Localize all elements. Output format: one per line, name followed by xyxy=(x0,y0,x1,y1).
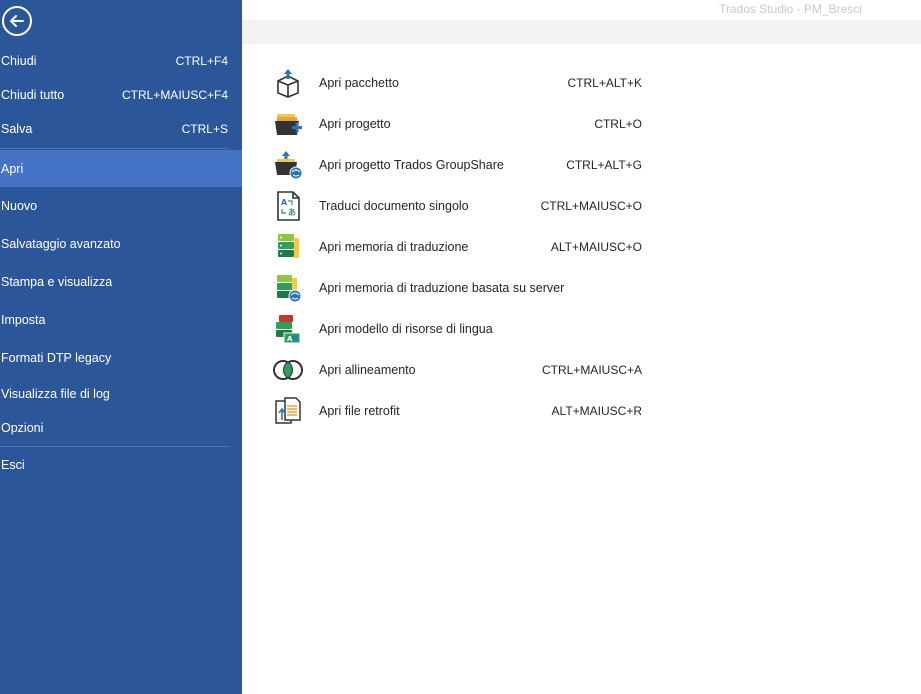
open-item-shortcut: ALT+MAIUSC+R xyxy=(551,404,642,418)
open-alignment-item[interactable]: Apri allineamento CTRL+MAIUSC+A xyxy=(272,353,652,387)
title-bar: Trados Studio - PM_Bresci xyxy=(242,0,921,20)
open-groupshare-project-item[interactable]: Apri progetto Trados GroupShare CTRL+ALT… xyxy=(272,148,652,182)
open-translation-memory-item[interactable]: Apri memoria di traduzione ALT+MAIUSC+O xyxy=(272,230,652,264)
menu-item-formati-dtp-legacy[interactable]: Formati DTP legacy xyxy=(0,341,242,375)
menu-item-nuovo[interactable]: Nuovo xyxy=(0,189,242,223)
menu-item-shortcut: CTRL+F4 xyxy=(175,54,228,68)
translate-single-document-item[interactable]: A あ Traduci documento singolo CTRL+MAIUS… xyxy=(272,189,652,223)
menu-item-opzioni[interactable]: Opzioni xyxy=(0,411,242,445)
menu-item-label: Imposta xyxy=(1,313,46,327)
menu-item-label: Chiudi xyxy=(1,54,37,68)
back-button[interactable] xyxy=(2,6,32,36)
package-icon xyxy=(277,69,299,98)
open-item-label: Traduci documento singolo xyxy=(319,199,469,213)
translation-memory-icon xyxy=(278,234,299,258)
open-language-resource-template-item[interactable]: A Apri modello di risorse di lingua xyxy=(272,312,652,346)
svg-text:A: A xyxy=(287,335,293,343)
window-title: Trados Studio - PM_Bresci xyxy=(719,2,862,16)
menu-item-label: Esci xyxy=(1,458,25,472)
menu-item-label: Formati DTP legacy xyxy=(1,351,112,365)
open-item-label: Apri modello di risorse di lingua xyxy=(319,322,493,336)
menu-item-salva[interactable]: Salva CTRL+S xyxy=(0,112,242,146)
back-arrow-icon xyxy=(10,15,24,27)
open-item-shortcut: CTRL+O xyxy=(594,117,642,131)
menu-item-imposta[interactable]: Imposta xyxy=(0,303,242,337)
open-item-label: Apri progetto Trados GroupShare xyxy=(319,158,504,172)
open-item-label: Apri allineamento xyxy=(319,363,416,377)
menu-item-label: Chiudi tutto xyxy=(1,88,65,102)
menu-item-salvataggio-avanzato[interactable]: Salvataggio avanzato xyxy=(0,227,242,261)
menu-separator xyxy=(0,446,230,447)
open-item-label: Apri memoria di traduzione xyxy=(319,240,469,254)
menu-item-label: Salvataggio avanzato xyxy=(1,237,121,251)
server-translation-memory-icon xyxy=(277,275,302,303)
menu-item-shortcut: CTRL+S xyxy=(181,122,228,136)
retrofit-file-icon xyxy=(275,397,301,424)
svg-text:あ: あ xyxy=(288,208,296,217)
menu-item-label: Visualizza file di log xyxy=(1,387,110,401)
alignment-icon xyxy=(273,360,303,380)
menu-item-label: Nuovo xyxy=(1,199,38,213)
translate-document-icon: A あ xyxy=(277,191,300,221)
language-resource-template-icon: A xyxy=(276,315,301,344)
open-package-item[interactable]: Apri pacchetto CTRL+ALT+K xyxy=(272,66,652,100)
open-item-label: Apri memoria di traduzione basata su ser… xyxy=(319,281,565,295)
menu-item-stampa-e-visualizza[interactable]: Stampa e visualizza xyxy=(0,265,242,299)
svg-text:A: A xyxy=(281,198,288,207)
menu-item-shortcut: CTRL+MAIUSC+F4 xyxy=(121,88,228,102)
groupshare-project-icon xyxy=(275,151,303,180)
open-item-shortcut: CTRL+ALT+K xyxy=(567,76,642,90)
menu-item-label: Stampa e visualizza xyxy=(1,275,113,289)
open-project-item[interactable]: Apri progetto CTRL+O xyxy=(272,107,652,141)
menu-item-label: Salva xyxy=(1,122,33,136)
content-header-strip xyxy=(242,20,921,44)
open-item-shortcut: ALT+MAIUSC+O xyxy=(550,240,642,254)
menu-item-visualizza-file-di-log[interactable]: Visualizza file di log xyxy=(0,377,242,411)
open-item-shortcut: CTRL+ALT+G xyxy=(566,158,642,172)
open-retrofit-file-item[interactable]: Apri file retrofit ALT+MAIUSC+R xyxy=(272,394,652,428)
menu-item-chiudi[interactable]: Chiudi CTRL+F4 xyxy=(0,44,242,78)
open-item-label: Apri file retrofit xyxy=(319,404,400,418)
menu-item-esci[interactable]: Esci xyxy=(0,448,242,482)
open-item-shortcut: CTRL+MAIUSC+A xyxy=(541,363,642,377)
menu-item-chiudi-tutto[interactable]: Chiudi tutto CTRL+MAIUSC+F4 xyxy=(0,78,242,112)
open-item-label: Apri pacchetto xyxy=(319,76,399,90)
open-panel: Apri pacchetto CTRL+ALT+K Apri progetto … xyxy=(242,44,921,694)
menu-separator xyxy=(0,148,230,149)
menu-item-apri[interactable]: Apri xyxy=(0,150,242,187)
menu-item-label: Opzioni xyxy=(1,421,44,435)
open-item-label: Apri progetto xyxy=(319,117,391,131)
project-folder-icon xyxy=(275,114,302,135)
menu-item-label: Apri xyxy=(1,161,24,176)
backstage-sidebar: Chiudi CTRL+F4 Chiudi tutto CTRL+MAIUSC+… xyxy=(0,0,242,694)
open-item-shortcut: CTRL+MAIUSC+O xyxy=(540,199,642,213)
open-server-translation-memory-item[interactable]: Apri memoria di traduzione basata su ser… xyxy=(272,271,652,305)
